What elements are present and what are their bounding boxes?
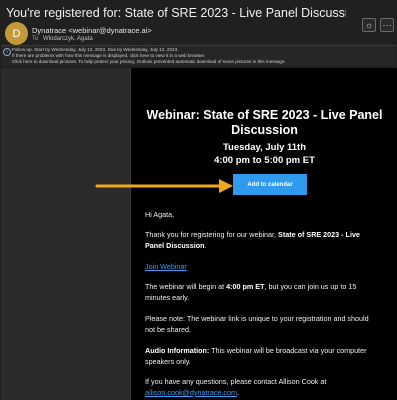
arrow-icon <box>95 179 233 193</box>
sender-avatar: D <box>5 22 28 45</box>
follow-up-text: Follow up. Start by Wednesday, July 12, … <box>12 47 179 52</box>
more-options-icon[interactable]: ⋯ <box>380 18 394 32</box>
questions-text: If you have any questions, please contac… <box>145 377 327 386</box>
begin-time-bold: 4:00 pm ET <box>226 282 265 291</box>
email-subject: You're registered for: State of SRE 2023… <box>6 6 346 20</box>
left-margin-panel <box>1 68 130 400</box>
add-to-calendar-button[interactable]: Add to calendar <box>233 174 307 195</box>
to-label: To <box>32 36 39 42</box>
greeting: Hi Agata, <box>145 210 175 219</box>
thanks-paragraph: Thank you for registering for our webina… <box>145 230 380 252</box>
begin-paragraph: The webinar will begin at 4:00 pm ET, bu… <box>145 282 380 304</box>
questions-paragraph: If you have any questions, please contac… <box>145 377 380 399</box>
audio-paragraph: Audio Information: This webinar will be … <box>145 346 380 368</box>
view-in-browser-text[interactable]: If there are problems with how this mess… <box>12 53 205 58</box>
audio-label: Audio Information: <box>145 346 210 355</box>
sender-address[interactable]: Dynatrace <webinar@dynatrace.ai> <box>32 26 152 35</box>
begin-prefix: The webinar will begin at <box>145 282 227 291</box>
join-webinar-link[interactable]: Join Webinar <box>145 262 187 271</box>
recipient-line: To Wlodarczyk, Agata <box>32 36 93 42</box>
download-pictures-text[interactable]: Click here to download pictures. To help… <box>12 59 286 64</box>
recipient-name[interactable]: Wlodarczyk, Agata <box>43 36 93 42</box>
webinar-title: Webinar: State of SRE 2023 - Live Panel … <box>146 108 383 137</box>
webinar-time: 4:00 pm to 5:00 pm ET <box>214 155 315 166</box>
thanks-suffix: . <box>204 240 207 250</box>
contact-email-link[interactable]: allison.cook@dynatrace.com <box>145 388 237 397</box>
info-icon: i <box>3 48 11 56</box>
note-paragraph: Please note: The webinar link is unique … <box>145 314 369 334</box>
webinar-date: Tuesday, July 11th <box>222 142 307 153</box>
join-webinar-row: Join Webinar <box>145 262 380 273</box>
thanks-prefix: Thank you for registering for our webina… <box>145 230 279 239</box>
sun-icon[interactable]: ☼ <box>362 18 376 32</box>
contact-suffix: . <box>237 387 239 397</box>
info-bar[interactable]: i Follow up. Start by Wednesday, July 12… <box>1 45 396 66</box>
